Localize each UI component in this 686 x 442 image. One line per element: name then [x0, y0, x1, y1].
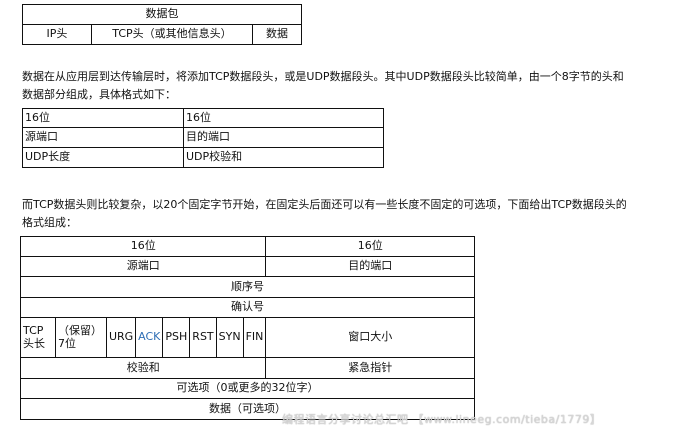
tcp-header-length-line1: TCP — [23, 323, 44, 337]
paragraph-udp-line2: 数据部分组成，具体格式如下： — [22, 88, 176, 101]
ip-header-cell: IP头 — [22, 24, 92, 45]
paragraph-udp-line1: 数据在从应用层到达传输层时，将添加TCP数据段头，或是UDP数据段头。其中UDP… — [22, 70, 624, 83]
tcp-header-length: TCP 头长 — [20, 317, 56, 358]
tcp-checksum: 校验和 — [19, 357, 267, 379]
tcp-options: 可选项（0或更多的32位字） — [20, 378, 475, 399]
flag-syn: SYN — [215, 317, 244, 358]
flag-ack: ACK — [135, 317, 164, 358]
udp-header-table: 16位 16位 源端口 目的端口 UDP长度 UDP校验和 — [22, 108, 384, 168]
tcp-data: 数据（可选项） — [20, 398, 475, 420]
tcp-reserved: （保留） 7位 — [54, 317, 107, 358]
tcp-dst-port: 目的端口 — [265, 256, 475, 277]
flag-psh: PSH — [162, 317, 191, 358]
packet-table: 数据包 IP头 TCP头（或其他信息头） 数据 — [22, 4, 302, 45]
udp-bits-left: 16位 — [22, 108, 184, 128]
paragraph-tcp-line1: 而TCP数据头则比较复杂，以20个固定字节开始，在固定头后面还可以有一些长度不固… — [22, 198, 627, 211]
udp-src-port: 源端口 — [22, 127, 184, 148]
tcp-reserved-line2: 7位 — [57, 336, 76, 350]
data-cell: 数据 — [252, 24, 302, 45]
paragraph-tcp-intro: 而TCP数据头则比较复杂，以20个固定字节开始，在固定头后面还可以有一些长度不固… — [22, 196, 686, 232]
tcp-bits-left: 16位 — [19, 236, 267, 257]
tcp-urgent-pointer: 紧急指针 — [265, 357, 475, 379]
flag-urg: URG — [105, 317, 137, 358]
tcp-window-size: 窗口大小 — [265, 317, 475, 358]
udp-checksum: UDP校验和 — [183, 147, 384, 168]
udp-dst-port: 目的端口 — [183, 127, 384, 148]
flag-fin: FIN — [242, 317, 267, 358]
flag-rst: RST — [189, 317, 217, 358]
tcp-header-length-line2: 头长 — [23, 336, 45, 350]
tcp-bits-right: 16位 — [265, 236, 475, 257]
tcp-reserved-line1: （保留） — [57, 323, 102, 337]
udp-bits-right: 16位 — [183, 108, 384, 128]
packet-title: 数据包 — [22, 4, 302, 25]
udp-length: UDP长度 — [22, 147, 184, 168]
tcp-header-table: 16位 16位 源端口 目的端口 顺序号 确认号 TCP 头长 （保留） 7位 … — [19, 236, 475, 420]
tcp-sequence-number: 顺序号 — [20, 276, 475, 298]
paragraph-udp-intro: 数据在从应用层到达传输层时，将添加TCP数据段头，或是UDP数据段头。其中UDP… — [22, 68, 686, 104]
tcp-header-cell: TCP头（或其他信息头） — [91, 24, 253, 45]
paragraph-tcp-line2: 格式组成： — [22, 216, 77, 229]
tcp-src-port: 源端口 — [19, 256, 267, 277]
tcp-ack-number: 确认号 — [20, 297, 475, 318]
